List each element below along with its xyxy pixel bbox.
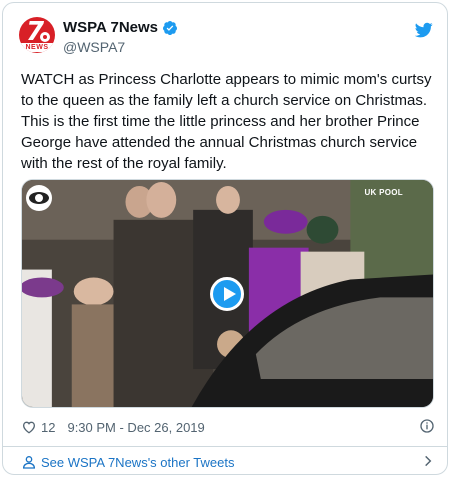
name-row: WSPA 7News — [63, 19, 178, 36]
info-icon[interactable] — [419, 418, 435, 434]
chevron-right-icon[interactable] — [421, 454, 435, 468]
tweet-header: 7 NEWS WSPA 7News @WSPA7 — [19, 17, 433, 57]
person-icon — [22, 456, 36, 469]
play-icon[interactable] — [210, 277, 244, 311]
see-other-tweets-link[interactable]: See WSPA 7News's other Tweets — [41, 455, 234, 470]
avatar[interactable]: 7 NEWS — [19, 17, 55, 53]
account-handle[interactable]: @WSPA7 — [63, 39, 125, 55]
footer-link-row[interactable]: See WSPA 7News's other Tweets — [21, 451, 435, 473]
tweet-timestamp[interactable]: 9:30 PM - Dec 26, 2019 — [67, 420, 204, 435]
tweet-meta: 12 9:30 PM - Dec 26, 2019 — [21, 417, 435, 437]
like-count[interactable]: 12 — [41, 420, 55, 435]
tweet-card: 7 NEWS WSPA 7News @WSPA7 WATCH as Prince… — [2, 2, 448, 475]
display-name[interactable]: WSPA 7News — [63, 19, 158, 36]
divider — [3, 446, 447, 447]
avatar-news-label: NEWS — [21, 43, 53, 52]
verified-badge-icon — [163, 20, 178, 35]
twitter-bird-icon[interactable] — [415, 21, 433, 39]
cbs-eye-icon — [39, 31, 51, 43]
tweet-text: WATCH as Princess Charlotte appears to m… — [21, 71, 432, 172]
cbs-eye-icon — [26, 185, 52, 211]
video-watermark: UK POOL — [364, 188, 403, 197]
video-player[interactable]: UK POOL — [21, 179, 434, 408]
heart-icon[interactable] — [21, 419, 37, 435]
